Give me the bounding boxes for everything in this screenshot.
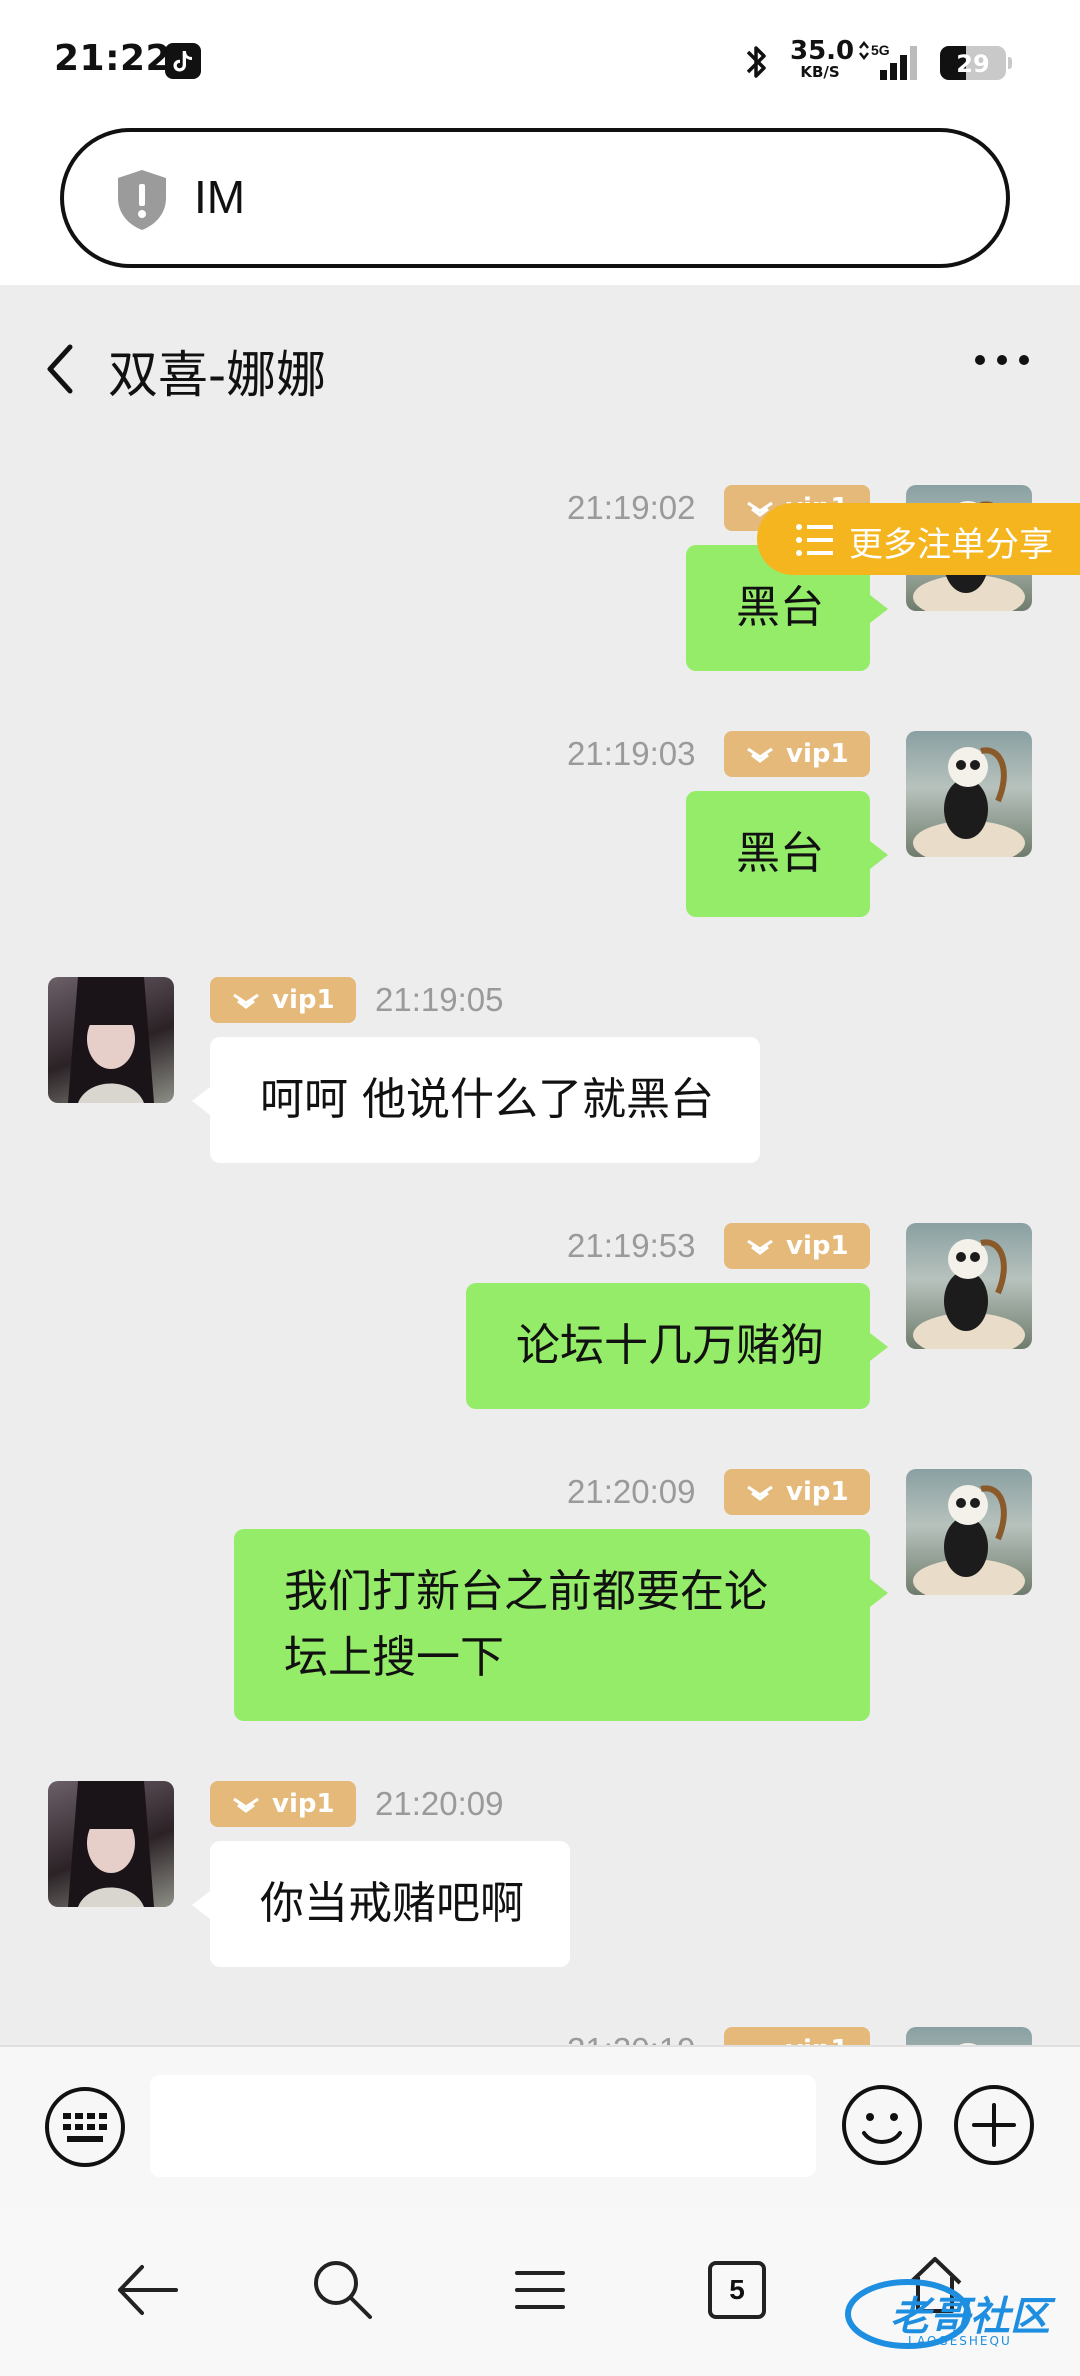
- message-list[interactable]: 21:19:02 vip1 黑台 21:19:03 vip1 黑台 vip1: [0, 445, 1080, 2045]
- status-bar: 21:22 35.0 KB/S 5G 29: [0, 0, 1080, 125]
- message-text: 黑台: [736, 582, 824, 633]
- message-time: 21:20:19: [567, 2031, 695, 2045]
- url-bar-container: IM: [0, 125, 1080, 285]
- message-bubble[interactable]: 我们打新台之前都要在论 坛上搜一下: [234, 1529, 888, 1721]
- message-time: 21:19:02: [567, 489, 696, 526]
- chat-header: 双喜-娜娜: [0, 285, 1080, 445]
- chat-title: 双喜-娜娜: [108, 346, 327, 404]
- message-time: 21:19:03: [567, 735, 696, 772]
- message-text-line: 坛上搜一下: [284, 1632, 504, 1683]
- message-input[interactable]: [150, 2075, 816, 2177]
- vip-badge: vip1: [210, 1781, 356, 1827]
- tiktok-icon: [165, 43, 201, 79]
- menu-icon[interactable]: [505, 2255, 575, 2325]
- vip-badge: vip1: [210, 977, 356, 1023]
- shield-warning-icon[interactable]: [114, 168, 170, 232]
- signal-icon: 5G: [859, 40, 917, 80]
- net-speed: 35.0 KB/S: [790, 36, 855, 81]
- message-text: 你当戒赌吧啊: [260, 1878, 524, 1929]
- chevron-left-icon[interactable]: [42, 341, 78, 397]
- message-time: 21:20:09: [375, 1785, 504, 1822]
- avatar[interactable]: [48, 1781, 174, 1907]
- avatar[interactable]: [48, 977, 174, 1103]
- keyboard-icon[interactable]: [43, 2085, 127, 2169]
- net-speed-value: 35.0: [790, 36, 855, 66]
- search-icon[interactable]: [308, 2255, 378, 2325]
- watermark-logo: 老哥社区 LAOGESHEQU: [838, 2262, 1068, 2362]
- battery-level: 29: [956, 50, 990, 78]
- vip-badge-label: vip1: [786, 739, 849, 769]
- message-text: 呵呵 他说什么了就黑台: [260, 1074, 714, 1125]
- bluetooth-icon: [746, 46, 766, 78]
- vip-badge: vip1: [724, 731, 870, 777]
- back-arrow-icon[interactable]: [112, 2255, 182, 2325]
- net-speed-unit: KB/S: [800, 63, 840, 81]
- message-bubble[interactable]: 黑台: [686, 791, 888, 917]
- vip-badge: vip1: [724, 1469, 870, 1515]
- message-text-line: 我们打新台之前都要在论: [284, 1566, 768, 1617]
- list-icon: [796, 524, 833, 556]
- input-bar: [0, 2045, 1080, 2207]
- vip-badge-label: vip1: [272, 1789, 335, 1819]
- message-text: 黑台: [736, 828, 824, 879]
- vip-badge-label: vip1: [786, 1477, 849, 1507]
- vip-badge-label: vip1: [786, 2035, 849, 2045]
- vip-badge-label: vip1: [272, 985, 335, 1015]
- share-more-bets-button[interactable]: 更多注单分享: [757, 503, 1080, 575]
- message-bubble[interactable]: 呵呵 他说什么了就黑台: [192, 1037, 760, 1163]
- message-time: 21:19:05: [375, 981, 504, 1018]
- svg-text:5G: 5G: [871, 42, 890, 58]
- url-text: IM: [194, 171, 246, 223]
- more-dots-icon[interactable]: [975, 355, 1031, 369]
- share-tag-label: 更多注单分享: [849, 525, 1053, 565]
- plus-circle-icon[interactable]: [952, 2083, 1036, 2167]
- message-bubble[interactable]: 你当戒赌吧啊: [192, 1841, 570, 1967]
- battery-icon: 29: [940, 46, 1012, 80]
- message-time: 21:20:09: [567, 1473, 696, 1510]
- emoji-icon[interactable]: [840, 2083, 924, 2167]
- vip-badge-label: vip1: [786, 1231, 849, 1261]
- avatar[interactable]: [906, 731, 1032, 857]
- avatar[interactable]: [906, 1469, 1032, 1595]
- message-text: 论坛十几万赌狗: [516, 1320, 824, 1371]
- watermark-subtext: LAOGESHEQU: [908, 2334, 1012, 2348]
- status-time: 21:22: [54, 38, 172, 79]
- vip-badge: vip1: [724, 1223, 870, 1269]
- message-bubble[interactable]: 论坛十几万赌狗: [466, 1283, 888, 1409]
- message-time: 21:19:53: [567, 1227, 696, 1264]
- vip-badge: vip1: [724, 2027, 870, 2045]
- avatar[interactable]: [906, 1223, 1032, 1349]
- avatar[interactable]: [906, 2027, 1032, 2045]
- tabs-icon[interactable]: 5: [708, 2261, 766, 2319]
- url-bar[interactable]: IM: [60, 128, 1010, 268]
